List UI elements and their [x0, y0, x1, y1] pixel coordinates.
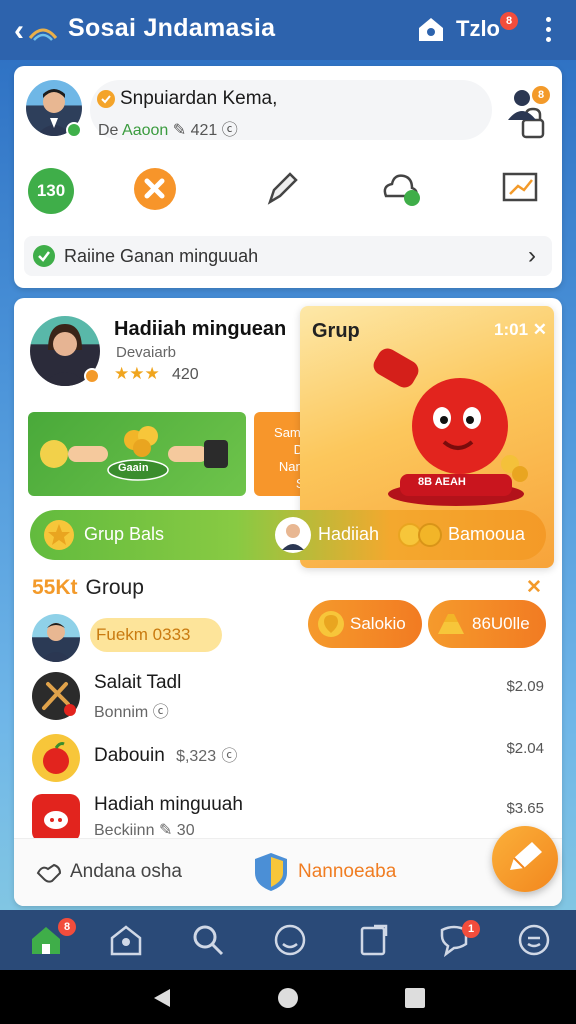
- group-section-title: 55Kt Group: [32, 576, 144, 600]
- list-item[interactable]: Dabouin $,323 ⓒ $2.04: [14, 728, 562, 790]
- info-icon: ⓒ: [221, 748, 238, 765]
- profile-badge: 8: [500, 12, 518, 30]
- reward-bar[interactable]: Grup Bals Hadiiah Bamooua: [30, 510, 546, 560]
- person-badge: 8: [532, 86, 550, 104]
- avatar-face-icon: [40, 623, 72, 662]
- rating-stars: ★★★: [114, 364, 160, 383]
- verified-icon: [66, 122, 82, 138]
- list-item-title: Salait Tadl: [94, 672, 182, 693]
- profile-card: Snpuiardan Kema, De Aaoon ✎ 421 ⓒ 8 130: [14, 66, 562, 288]
- list-item-title: Dabouin $,323 ⓒ: [94, 745, 238, 766]
- star-badge-icon: [97, 90, 115, 108]
- home-icon[interactable]: [416, 14, 446, 44]
- profile-name[interactable]: Tzlo: [456, 16, 500, 42]
- verified-icon: [84, 368, 100, 384]
- bottom-action-panel: Andana osha Nannoeaba: [14, 838, 562, 906]
- handshake-icon: [36, 863, 62, 883]
- close-icon[interactable]: ✕: [526, 576, 542, 599]
- avatar-small-icon: [275, 517, 311, 553]
- notice-text: Raiine Ganan minguuah: [64, 246, 259, 266]
- bottom-nav: 8 1: [0, 910, 576, 970]
- mascot-label: 8B AEAH: [418, 476, 466, 488]
- info-icon: ⓒ: [152, 704, 169, 721]
- reward-bar-left: Grup Bals: [84, 524, 165, 544]
- tools-icon[interactable]: [134, 168, 176, 210]
- apple-icon: [32, 734, 80, 782]
- chart-icon[interactable]: [498, 166, 542, 210]
- promo-card: Hadiiah minguean Devaiarb ★★★ 420 Gaain …: [14, 298, 562, 906]
- promo-title: Hadiiah minguean: [114, 318, 287, 340]
- star-coin-icon: [44, 520, 74, 550]
- username: Snpuiardan Kema,: [120, 88, 278, 109]
- location-icon: [318, 611, 344, 637]
- system-nav-bar: [0, 970, 576, 1024]
- list-item-title: Hadiah minguuah: [94, 794, 243, 815]
- notice-bar[interactable]: Raiine Ganan minguuah ›: [24, 236, 552, 276]
- reward-bar-right: Bamooua: [448, 524, 526, 544]
- reward-bar-mid: Hadiiah: [318, 524, 380, 544]
- promo-subtitle: Devaiarb: [116, 344, 177, 361]
- rating-count: 420: [172, 366, 199, 383]
- tag-icon: ✎: [172, 122, 187, 139]
- nav-document-icon[interactable]: [356, 922, 392, 958]
- coins-icon: [398, 523, 442, 547]
- score-circle[interactable]: 130: [28, 168, 74, 214]
- tag-icon: ✎: [158, 822, 173, 839]
- gold-stack-icon: [438, 614, 464, 634]
- app-title: Sosai Jndamasia: [68, 14, 276, 42]
- stat-count: 421: [190, 122, 218, 139]
- grup-label: Grup: [312, 320, 360, 342]
- check-circle-icon: [33, 245, 55, 267]
- user-stats: De Aaoon ✎ 421 ⓒ: [98, 116, 238, 140]
- app-icon: [32, 794, 80, 842]
- edit-fab-button[interactable]: [492, 826, 558, 892]
- system-home-icon[interactable]: [276, 986, 300, 1010]
- list-item-price: $2.09: [506, 678, 544, 695]
- action-pill-2-label: 86U0lle: [472, 614, 530, 633]
- list-item-sub: Beckiinn ✎ 30: [94, 822, 195, 839]
- group-number: 55Kt: [32, 576, 78, 599]
- nav-chat-badge: 1: [462, 920, 480, 938]
- list-item-price: $2.04: [506, 740, 544, 757]
- list-item[interactable]: Salait Tadl Bonnim ⓒ $2.09: [14, 666, 562, 728]
- chevron-right-icon[interactable]: ›: [528, 242, 536, 270]
- system-recents-icon[interactable]: [404, 987, 426, 1009]
- stat-green: Aaoon: [122, 122, 169, 139]
- more-menu-icon[interactable]: [538, 14, 558, 44]
- app-logo-icon: [28, 28, 58, 41]
- bottom-right-label[interactable]: Nannoeaba: [298, 861, 396, 883]
- list-item-sub: Bonnim ⓒ: [94, 704, 169, 721]
- grup-timer: 1:01 ✕: [494, 320, 548, 339]
- pen-icon[interactable]: [260, 166, 304, 210]
- list-item-price: $3.65: [506, 800, 544, 817]
- user-tag-pill[interactable]: Fuekm 0333: [90, 618, 222, 652]
- stat-label: De: [98, 122, 119, 139]
- group-avatar[interactable]: [32, 614, 80, 662]
- app-screen: ‹ Sosai Jndamasia Tzlo 8 Snpuiardan Kema…: [0, 0, 576, 1024]
- shield-icon: [255, 853, 287, 891]
- action-pill-1-label: Salokio: [350, 614, 406, 633]
- nav-search-icon[interactable]: [190, 922, 226, 958]
- handshake-coins-icon: [40, 426, 228, 481]
- exchange-banner[interactable]: Gaain: [28, 412, 246, 496]
- cloud-check-icon[interactable]: [378, 166, 422, 210]
- nav-profile-icon[interactable]: [516, 922, 552, 958]
- bottom-left-label[interactable]: Andana osha: [70, 861, 182, 883]
- top-app-bar: ‹ Sosai Jndamasia Tzlo 8: [0, 0, 576, 60]
- group-title: Group: [85, 576, 144, 599]
- nav-emoji-icon[interactable]: [272, 922, 308, 958]
- nav-home-badge: 8: [58, 918, 76, 936]
- banner-label: Gaain: [118, 462, 149, 474]
- info-icon: ⓒ: [221, 122, 238, 139]
- system-back-icon[interactable]: [150, 986, 174, 1010]
- close-icon[interactable]: ✕: [533, 320, 547, 339]
- tools-icon: [32, 672, 80, 720]
- quick-actions-row: 130: [14, 166, 562, 216]
- action-pill-2[interactable]: 86U0lle: [428, 600, 546, 648]
- back-arrow-icon[interactable]: ‹: [14, 14, 24, 48]
- nav-store-icon[interactable]: [108, 922, 144, 958]
- user-info-pill[interactable]: Snpuiardan Kema, De Aaoon ✎ 421 ⓒ: [90, 80, 545, 140]
- action-pill-1[interactable]: Salokio: [308, 600, 422, 648]
- pencil-icon: [510, 842, 542, 870]
